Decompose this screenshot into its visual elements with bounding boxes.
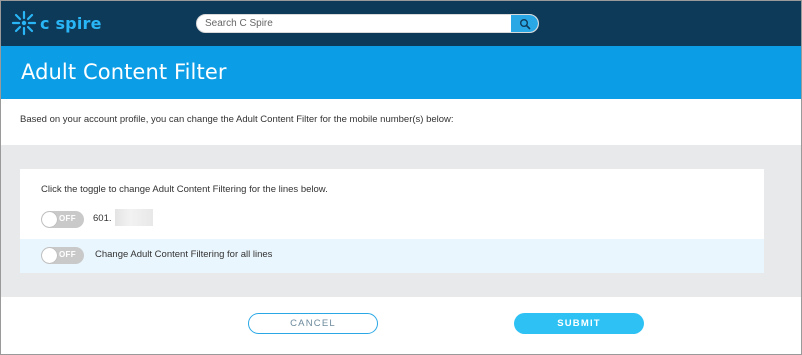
logo-text: c spire <box>40 13 102 33</box>
search-button[interactable] <box>511 15 538 32</box>
card-instruction: Click the toggle to change Adult Content… <box>41 184 328 195</box>
search-input[interactable] <box>197 15 512 32</box>
toggle-knob <box>42 212 57 227</box>
page-title-band: Adult Content Filter <box>1 46 801 99</box>
filter-card: Click the toggle to change Adult Content… <box>20 169 764 273</box>
toggle-state-label: OFF <box>59 250 76 259</box>
intro-text: Based on your account profile, you can c… <box>20 114 454 125</box>
toggle-state-label: OFF <box>59 214 76 223</box>
line-filter-toggle[interactable]: OFF <box>41 211 84 228</box>
search-icon <box>519 18 530 29</box>
top-navigation-bar: c spire <box>1 1 801 46</box>
app-window: c spire Adult Content Filter Based on yo… <box>0 0 802 355</box>
filter-section: Click the toggle to change Adult Content… <box>1 145 801 297</box>
all-lines-filter-toggle[interactable]: OFF <box>41 247 84 264</box>
search-box <box>196 14 539 33</box>
sunburst-logo-icon <box>11 10 37 36</box>
all-lines-row: OFF Change Adult Content Filtering for a… <box>20 239 764 273</box>
submit-button[interactable]: SUBMIT <box>514 313 644 334</box>
all-lines-label: Change Adult Content Filtering for all l… <box>95 249 273 260</box>
redacted-number <box>115 209 153 226</box>
page-title: Adult Content Filter <box>21 60 227 84</box>
toggle-knob <box>42 248 57 263</box>
line-number: 601. <box>93 213 112 224</box>
cancel-button[interactable]: CANCEL <box>248 313 378 334</box>
c-spire-logo[interactable]: c spire <box>11 10 102 36</box>
